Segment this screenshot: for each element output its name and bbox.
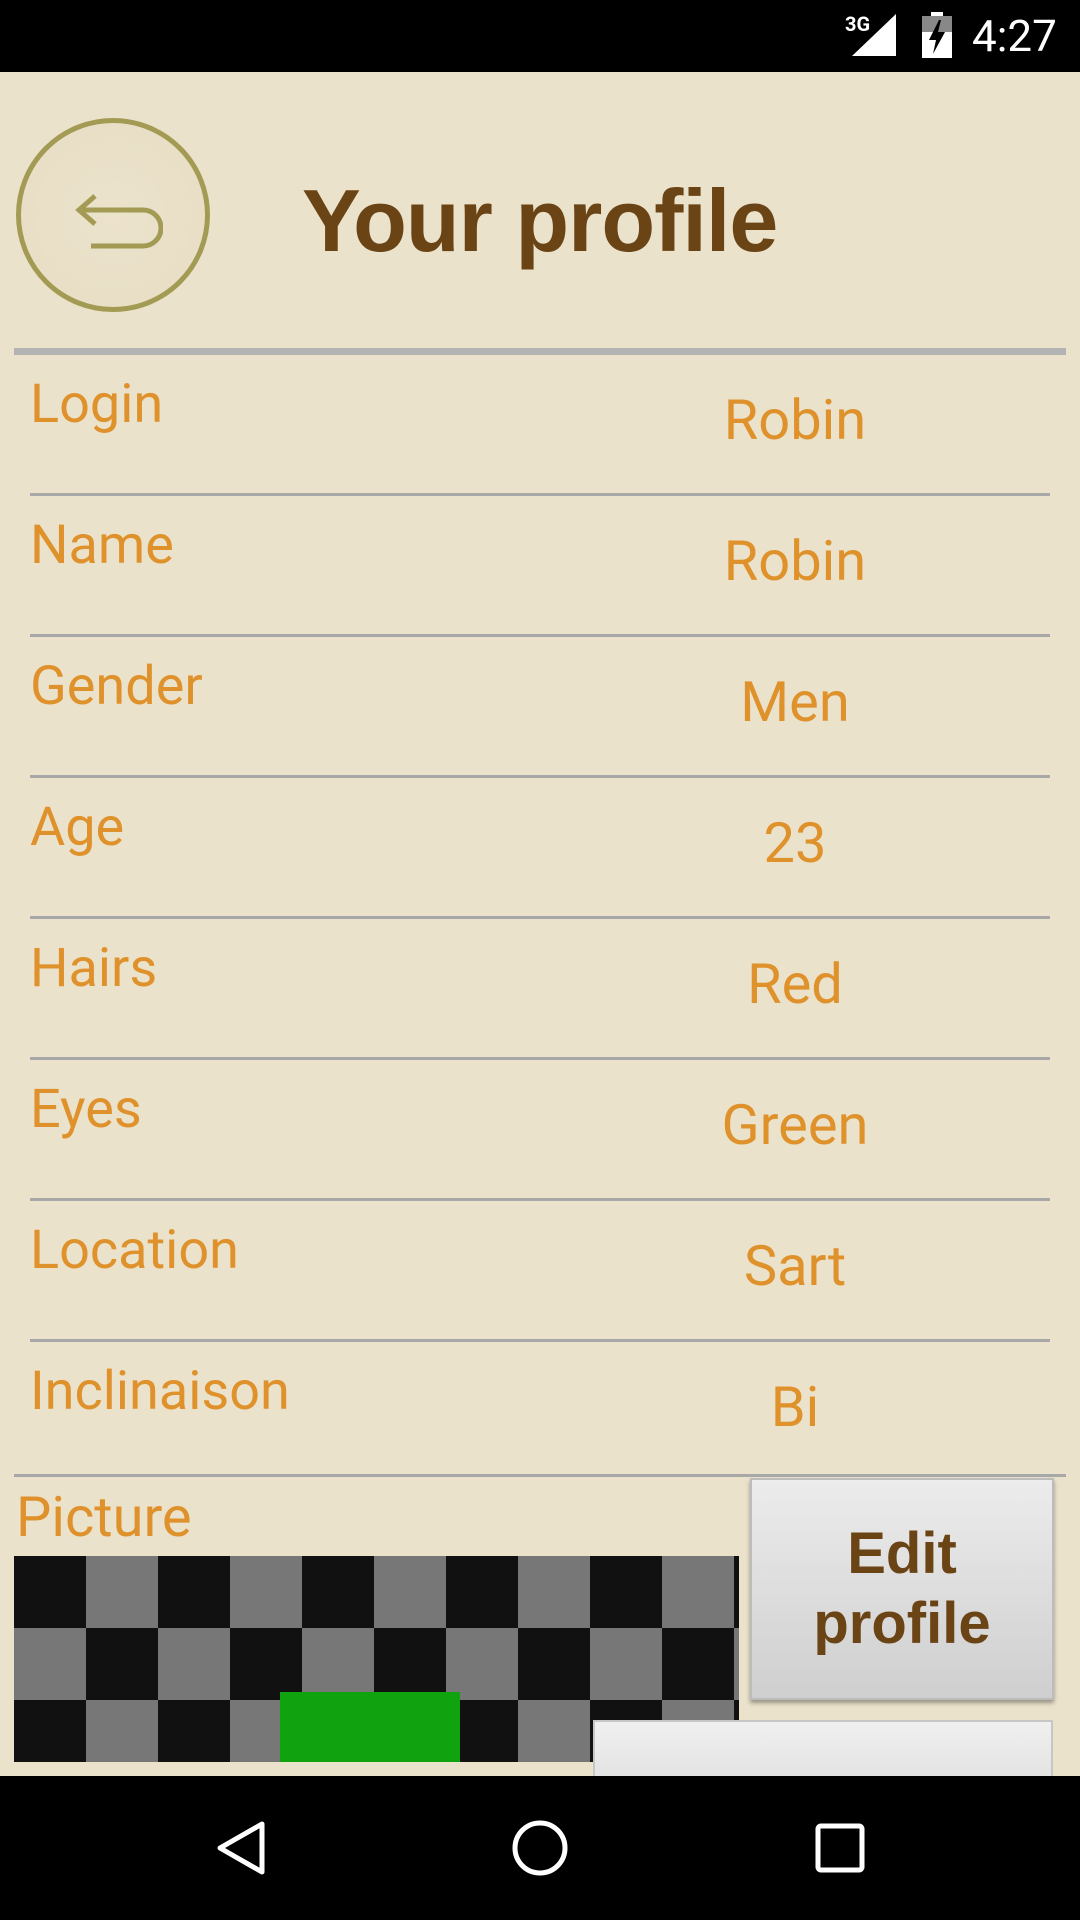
field-label: Location	[30, 1219, 239, 1282]
profile-fields-list: Login Robin Name Robin Gender Men Age 23…	[0, 355, 1080, 1483]
field-row-hairs: Hairs Red	[0, 919, 1080, 1060]
field-value: Men	[740, 669, 850, 735]
system-nav-bar	[0, 1776, 1080, 1920]
section-divider	[14, 1474, 1066, 1477]
edit-profile-label: Edit profile	[813, 1521, 991, 1656]
field-row-gender: Gender Men	[0, 637, 1080, 778]
field-value: Green	[721, 1092, 869, 1158]
home-circle-icon[interactable]	[510, 1818, 570, 1878]
field-label: Inclinaison	[30, 1360, 290, 1423]
page-title: Your profile	[302, 171, 778, 270]
picture-label: Picture	[16, 1484, 192, 1550]
battery-charging-icon	[922, 12, 952, 58]
status-bar: 3G 4:27	[0, 0, 1080, 72]
field-row-age: Age 23	[0, 778, 1080, 919]
back-arrow-icon	[75, 194, 163, 249]
header-divider	[14, 348, 1066, 355]
profile-screen: Your profile Login Robin Name Robin Gend…	[0, 72, 1080, 1776]
field-value: Red	[747, 951, 843, 1017]
field-label: Hairs	[30, 937, 158, 1000]
field-label: Name	[30, 514, 174, 577]
field-row-location: Location Sart	[0, 1201, 1080, 1342]
field-label: Age	[30, 796, 125, 859]
field-row-inclinaison: Inclinaison Bi	[0, 1342, 1080, 1483]
field-value: Sart	[743, 1233, 847, 1299]
back-triangle-icon[interactable]	[212, 1818, 272, 1878]
clock: 4:27	[972, 10, 1057, 62]
field-row-name: Name Robin	[0, 496, 1080, 637]
field-label: Eyes	[30, 1078, 142, 1141]
field-label: Login	[30, 373, 164, 436]
field-value: 23	[763, 810, 827, 876]
field-value: Robin	[723, 528, 867, 594]
back-button[interactable]	[16, 118, 210, 312]
field-row-eyes: Eyes Green	[0, 1060, 1080, 1201]
recents-square-icon[interactable]	[810, 1818, 870, 1878]
field-label: Gender	[30, 655, 203, 718]
field-value: Bi	[770, 1374, 820, 1440]
picture-green-block	[280, 1692, 460, 1762]
edit-profile-button[interactable]: Edit profile	[750, 1478, 1054, 1700]
field-value: Robin	[723, 387, 867, 453]
field-row-login: Login Robin	[0, 355, 1080, 496]
secondary-button[interactable]	[593, 1720, 1053, 1776]
signal-icon	[852, 14, 896, 56]
